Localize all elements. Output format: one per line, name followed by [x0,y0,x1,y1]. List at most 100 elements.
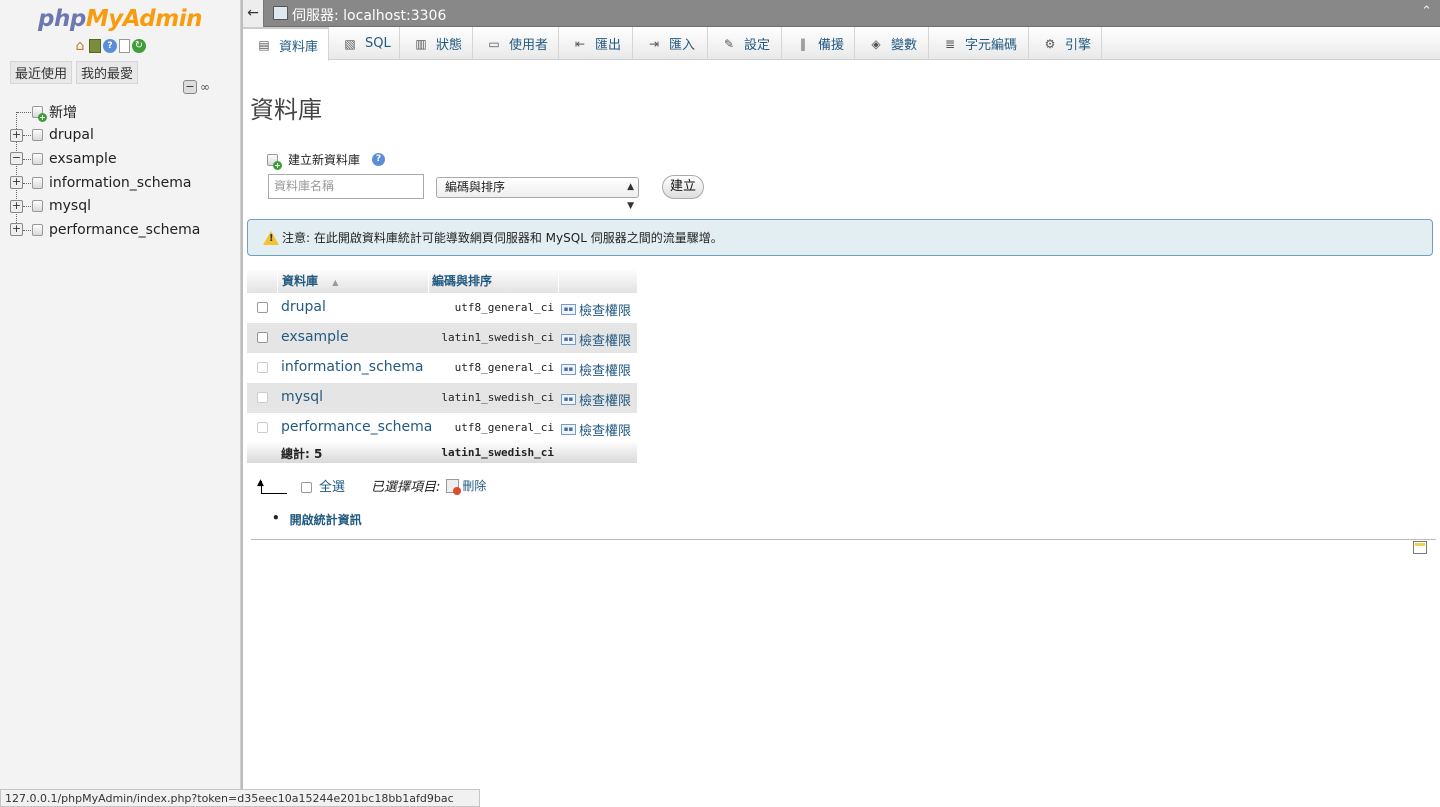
check-all-label[interactable]: 全選 [319,476,345,495]
logo-php: php [38,6,86,32]
database-link[interactable]: exsample [281,329,349,345]
wrench-icon: ✎ [723,36,735,51]
collation-select[interactable]: 編碼與排序 ▲ ▼ [436,177,639,211]
check-privileges-link[interactable]: ▪▪ 檢查權限 [561,330,631,349]
create-database-button[interactable]: 建立 [662,175,704,199]
database-collation: utf8_general_ci [454,301,554,314]
row-checkbox[interactable] [257,302,268,313]
tree-item-drupal[interactable]: + drupal [8,124,238,148]
tree-item-mysql[interactable]: + mysql [8,194,238,218]
tab-sql[interactable]: ▧ SQL [329,27,400,60]
collapse-topbar-icon[interactable]: ⌃ [1421,4,1432,19]
export-icon: ⇤ [574,36,586,51]
row-checkbox[interactable] [257,332,268,343]
console-icon[interactable] [1413,541,1427,554]
tab-label: SQL [365,36,391,51]
privileges-icon: ▪▪ [561,394,576,405]
tab-status[interactable]: ▥ 狀態 [400,27,473,60]
panel-resize-handle[interactable] [241,0,243,807]
main-tabs: ▤ 資料庫 ▧ SQL ▥ 狀態 ▭ 使用者 ⇤ 匯出 ⇥ 匯入 ✎ 設定 ‖ … [243,27,1440,61]
tab-engines[interactable]: ⚙ 引擎 [1029,27,1102,60]
tree-item-exsample[interactable]: − exsample [8,147,238,171]
help-icon[interactable]: ? [372,153,386,166]
bullet: • [272,511,280,525]
check-privileges-link[interactable]: ▪▪ 檢查權限 [561,300,631,319]
check-privileges-link[interactable]: ▪▪ 檢查權限 [561,360,631,379]
tab-databases[interactable]: ▤ 資料庫 [243,27,329,61]
row-checkbox[interactable] [257,392,268,403]
server-breadcrumb[interactable]: 伺服器: localhost:3306 [292,5,446,25]
database-link[interactable]: performance_schema [281,419,432,435]
create-database-heading: 建立新資料庫 ? [267,151,386,170]
row-checkbox[interactable] [257,422,268,433]
new-database-icon [267,153,282,170]
tab-variables[interactable]: ◈ 變數 [855,27,929,60]
expand-icon[interactable]: + [10,128,23,142]
link-with-main-icon[interactable]: ∞ [200,80,214,94]
database-link[interactable]: drupal [281,299,326,315]
tree-label[interactable]: drupal [49,127,94,143]
status-icon: ▥ [415,36,427,51]
reload-icon[interactable]: ↻ [132,39,146,53]
tab-export[interactable]: ⇤ 匯出 [559,27,633,60]
database-icon [32,176,43,189]
check-all-checkbox[interactable] [301,481,312,493]
enable-statistics-link[interactable]: 開啟統計資訊 [290,511,362,528]
check-privileges-label: 檢查權限 [579,364,632,379]
row-checkbox[interactable] [257,362,268,373]
expand-icon[interactable]: + [10,176,23,190]
database-icon [32,223,43,236]
expand-icon[interactable]: + [10,223,23,237]
tree-label[interactable]: 新增 [49,102,77,122]
header-collation[interactable]: 編碼與排序 [429,270,559,293]
tab-import[interactable]: ⇥ 匯入 [633,27,708,60]
table-total-row: 總計: 5 latin1_swedish_ci [247,442,637,463]
check-privileges-label: 檢查權限 [579,334,632,349]
database-link[interactable]: information_schema [281,359,424,375]
variables-icon: ◈ [871,36,881,51]
documentation-icon[interactable] [119,39,130,53]
tree-label[interactable]: performance_schema [49,222,200,238]
header-actions [559,270,637,293]
tree-label[interactable]: exsample [49,151,117,167]
collapse-all-icon[interactable]: − [183,80,197,94]
check-privileges-link[interactable]: ▪▪ 檢查權限 [561,420,631,439]
check-privileges-link[interactable]: ▪▪ 檢查權限 [561,390,631,409]
favorites-tab[interactable]: 我的最愛 [76,61,139,84]
table-row: information_schema utf8_general_ci ▪▪ 檢查… [247,353,637,383]
tab-label: 匯出 [595,38,622,53]
header-database-label: 資料庫 [282,274,319,288]
expand-icon[interactable]: + [10,199,23,213]
tree-item-performance-schema[interactable]: + performance_schema [8,218,238,242]
tab-replication[interactable]: ‖ 備援 [782,27,855,60]
tab-label: 匯入 [669,38,696,53]
table-row: drupal utf8_general_ci ▪▪ 檢查權限 [247,293,637,323]
drop-button[interactable]: 刪除 [462,477,486,494]
database-name-input[interactable]: 資料庫名稱 [268,174,424,199]
drop-icon[interactable] [446,478,462,495]
table-header: 資料庫 ▲ 編碼與排序 [247,270,637,293]
privileges-icon: ▪▪ [561,424,576,435]
tab-settings[interactable]: ✎ 設定 [708,27,782,60]
privileges-icon: ▪▪ [561,364,576,375]
exit-icon[interactable] [89,39,101,53]
home-icon[interactable]: ⌂ [73,39,87,53]
page-title: 資料庫 [250,96,322,124]
users-icon: ▭ [488,36,500,51]
back-arrow-icon[interactable]: ← [243,0,264,27]
database-collation: utf8_general_ci [454,421,554,434]
tab-charsets[interactable]: ≣ 字元編碼 [929,27,1029,60]
help-icon[interactable]: ? [103,39,117,53]
tab-label: 字元編碼 [965,38,1018,53]
recent-tab[interactable]: 最近使用 [10,61,73,84]
database-link[interactable]: mysql [281,389,323,405]
phpmyadmin-logo[interactable]: phpMyAdmin [38,6,202,32]
engine-icon: ⚙ [1044,36,1056,51]
tree-item-information-schema[interactable]: + information_schema [8,171,238,195]
tree-item-new[interactable]: 新增 [8,100,238,124]
tree-label[interactable]: mysql [49,198,91,214]
collapse-icon[interactable]: − [10,152,23,166]
tab-users[interactable]: ▭ 使用者 [473,27,559,60]
tree-label[interactable]: information_schema [49,175,192,191]
header-database[interactable]: 資料庫 ▲ [278,270,429,293]
